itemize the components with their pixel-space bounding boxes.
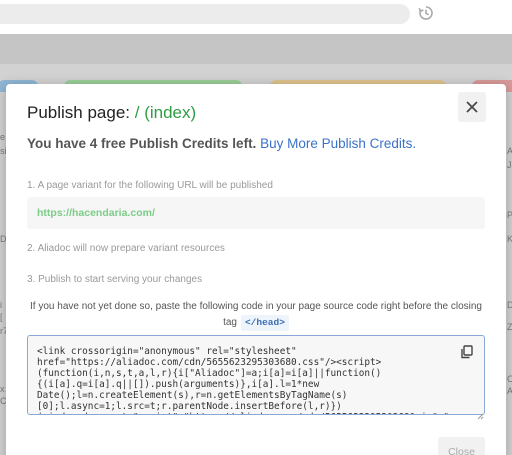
resize-grip-icon[interactable] bbox=[477, 407, 484, 420]
snippet-textarea[interactable]: <link crossorigin="anonymous" rel="style… bbox=[27, 335, 485, 415]
snippet-code: <link crossorigin="anonymous" rel="style… bbox=[37, 346, 455, 414]
buy-credits-link[interactable]: Buy More Publish Credits. bbox=[260, 136, 416, 151]
bg-text: K bbox=[507, 234, 512, 244]
bg-text: e bbox=[0, 132, 6, 142]
dialog-title-label: Publish page: bbox=[27, 103, 131, 122]
copy-icon[interactable] bbox=[460, 345, 474, 359]
bg-text: Z bbox=[507, 322, 512, 332]
dialog-title: Publish page: / (index) bbox=[27, 103, 196, 123]
bg-text: x bbox=[0, 384, 5, 394]
address-bar[interactable] bbox=[0, 4, 410, 24]
bg-text: [ bbox=[0, 312, 3, 322]
bg-text: P bbox=[507, 210, 512, 220]
credits-notice: You have 4 free Publish Credits left. Bu… bbox=[27, 136, 416, 151]
page-path: / (index) bbox=[134, 103, 197, 122]
history-icon[interactable] bbox=[416, 5, 436, 23]
bg-text: i bbox=[0, 300, 2, 310]
bg-text: A bbox=[507, 386, 512, 396]
step-3-label: 3. Publish to start serving your changes bbox=[27, 274, 203, 285]
install-instructions: If you have not yet done so, paste the f… bbox=[27, 299, 485, 331]
bg-text: O bbox=[507, 374, 512, 384]
close-icon bbox=[466, 101, 478, 113]
step-2-label: 2. Aliadoc will now prepare variant reso… bbox=[27, 243, 225, 254]
bg-text: D bbox=[507, 300, 512, 310]
close-dialog-button[interactable]: Close bbox=[438, 437, 485, 455]
credits-text: You have 4 free Publish Credits left. bbox=[27, 136, 257, 151]
app-toolbar bbox=[0, 0, 512, 34]
bg-text: J bbox=[507, 160, 512, 170]
head-tag: </head> bbox=[240, 315, 289, 331]
app-header-band bbox=[0, 34, 512, 64]
close-button[interactable] bbox=[458, 92, 486, 122]
publish-url: https://hacendaria.com/ bbox=[37, 207, 155, 219]
bg-text: A bbox=[507, 146, 512, 156]
step-1-label: 1. A page variant for the following URL … bbox=[27, 180, 273, 191]
